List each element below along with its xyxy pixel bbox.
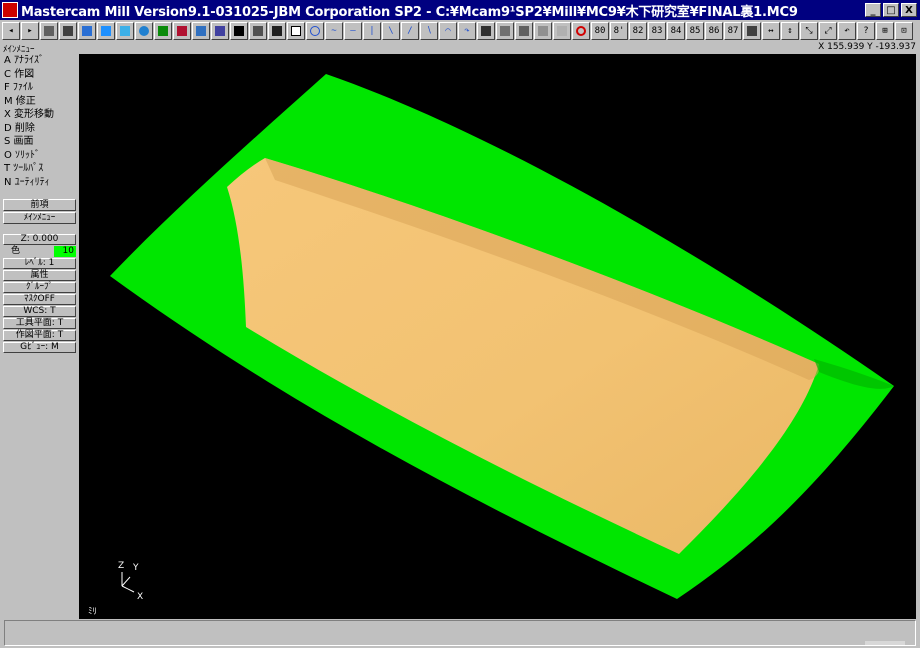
unit-label: ﾐﾘ xyxy=(88,607,97,617)
view-86-button[interactable]: 86 xyxy=(705,21,723,40)
menu-xform[interactable]: X 変形移動 xyxy=(0,108,79,122)
axis-x-label: X xyxy=(137,592,143,602)
cmd-icon[interactable] xyxy=(230,21,248,40)
save-file-icon[interactable] xyxy=(59,21,77,40)
view-85-button[interactable]: 85 xyxy=(686,21,704,40)
arrows-icon[interactable]: ↔ xyxy=(762,21,780,40)
edit-icon[interactable] xyxy=(249,21,267,40)
resize-grip[interactable] xyxy=(865,641,905,645)
view-80-button[interactable]: 80 xyxy=(591,21,609,40)
app-icon[interactable] xyxy=(2,2,18,18)
minimize-button[interactable]: _ xyxy=(865,3,881,17)
print-icon[interactable] xyxy=(78,21,96,40)
maximize-button[interactable]: □ xyxy=(883,3,899,17)
view-82-button[interactable]: 82 xyxy=(629,21,647,40)
point-icon[interactable] xyxy=(192,21,210,40)
group-button[interactable]: ｸﾞﾙｰﾌﾟ xyxy=(3,282,76,293)
undo-view-icon[interactable]: ↶ xyxy=(838,21,856,40)
line-vertical-icon[interactable]: | xyxy=(363,21,381,40)
menu-solids[interactable]: O ｿﾘｯﾄﾞ xyxy=(0,149,79,163)
line-horizontal-icon[interactable]: — xyxy=(344,21,362,40)
next-page-icon[interactable]: ▸ xyxy=(21,21,39,40)
measure-icon[interactable] xyxy=(743,21,761,40)
chain-icon[interactable] xyxy=(515,21,533,40)
line-polar-icon[interactable]: / xyxy=(401,21,419,40)
chamfer-icon[interactable]: ∖ xyxy=(420,21,438,40)
tree-icon[interactable] xyxy=(154,21,172,40)
cursor-coordinates: X 155.939 Y -193.937 xyxy=(818,42,916,52)
axis-y-label: Y xyxy=(132,563,139,573)
fillet-icon[interactable]: ↷ xyxy=(458,21,476,40)
wcs-button[interactable]: WCS: T xyxy=(3,306,76,317)
color-swatch: 10 xyxy=(54,246,76,257)
graphics-viewport[interactable]: Z Y X ﾐﾘ xyxy=(79,54,916,619)
axis-triad: Z Y X xyxy=(118,561,143,602)
menu-toolpaths[interactable]: T ﾂｰﾙﾊﾟｽ xyxy=(0,162,79,176)
line-angle-icon[interactable]: \ xyxy=(382,21,400,40)
axis-z-label: Z xyxy=(118,561,124,571)
unzoom-icon[interactable]: ⊡ xyxy=(895,21,913,40)
color-label: 色 xyxy=(11,246,21,256)
menu-utilities[interactable]: N ﾕｰﾃｨﾘﾃｨ xyxy=(0,176,79,190)
view-87-button[interactable]: 87 xyxy=(724,21,742,40)
dimension-icon[interactable]: ↕ xyxy=(781,21,799,40)
close-button[interactable]: X xyxy=(901,3,917,17)
hand-icon[interactable] xyxy=(553,21,571,40)
main-menu-button[interactable]: ﾒｲﾝﾒﾆｭｰ xyxy=(3,212,76,224)
shade-icon[interactable] xyxy=(135,21,153,40)
surface-render: Z Y X ﾐﾘ xyxy=(88,74,894,617)
screen-icon[interactable] xyxy=(97,21,115,40)
backup-button[interactable]: 前項 xyxy=(3,199,76,211)
tool-plane-button[interactable]: 工具平面: T xyxy=(3,318,76,329)
solid-icon[interactable] xyxy=(268,21,286,40)
graphics-view-button[interactable]: Gﾋﾞｭｰ: M xyxy=(3,342,76,353)
new-file-icon[interactable] xyxy=(287,21,305,40)
menu-modify[interactable]: M 修正 xyxy=(0,95,79,109)
view-84-button[interactable]: 84 xyxy=(667,21,685,40)
toolbar: ◂ ▸ ~ — | \ / ∖ ⌒ ↷ 80 8' 82 83 84 85 86… xyxy=(0,20,920,41)
status-line: ﾒｲﾝﾒﾆｭｰ X 155.939 Y -193.937 xyxy=(0,41,920,55)
menu-delete[interactable]: D 削除 xyxy=(0,122,79,136)
view-83-button[interactable]: 83 xyxy=(648,21,666,40)
layer-icon[interactable] xyxy=(116,21,134,40)
title-bar: Mastercam Mill Version9.1-031025-JBM Cor… xyxy=(0,0,920,20)
trim-icon[interactable] xyxy=(477,21,495,40)
rotate-icon[interactable]: ⤡ xyxy=(800,21,818,40)
fit-view-icon[interactable]: ⊞ xyxy=(876,21,894,40)
construction-plane-button[interactable]: 作図平面: T xyxy=(3,330,76,341)
color-button[interactable]: 色 10 xyxy=(3,246,76,257)
arc-icon[interactable]: ⌒ xyxy=(439,21,457,40)
stop-icon[interactable] xyxy=(572,21,590,40)
view-81-button[interactable]: 8' xyxy=(610,21,628,40)
attribute-button[interactable]: 属性 xyxy=(3,270,76,281)
z-depth-button[interactable]: Z: 0.000 xyxy=(3,234,76,245)
window-title: Mastercam Mill Version9.1-031025-JBM Cor… xyxy=(21,4,798,20)
analyze-icon[interactable] xyxy=(534,21,552,40)
surface-icon[interactable] xyxy=(496,21,514,40)
prompt-area xyxy=(4,620,916,646)
menu-file[interactable]: F ﾌｧｲﾙ xyxy=(0,81,79,95)
menu-analyze[interactable]: A ｱﾅﾗｲｽﾞ xyxy=(0,54,79,68)
rotate-axis-icon[interactable]: ⤢ xyxy=(819,21,837,40)
menu-screen[interactable]: S 画面 xyxy=(0,135,79,149)
toolpath-icon[interactable] xyxy=(173,21,191,40)
menu-create[interactable]: C 作図 xyxy=(0,68,79,82)
level-button[interactable]: ﾚﾍﾞﾙ: 1 xyxy=(3,258,76,269)
spline-icon[interactable]: ~ xyxy=(325,21,343,40)
circle-icon[interactable] xyxy=(306,21,324,40)
grid-icon[interactable] xyxy=(211,21,229,40)
main-menu-panel: A ｱﾅﾗｲｽﾞ C 作図 F ﾌｧｲﾙ M 修正 X 変形移動 D 削除 S … xyxy=(0,54,79,619)
open-file-icon[interactable] xyxy=(40,21,58,40)
prev-page-icon[interactable]: ◂ xyxy=(2,21,20,40)
help-icon[interactable]: ? xyxy=(857,21,875,40)
mask-button[interactable]: ﾏｽｸOFF xyxy=(3,294,76,305)
